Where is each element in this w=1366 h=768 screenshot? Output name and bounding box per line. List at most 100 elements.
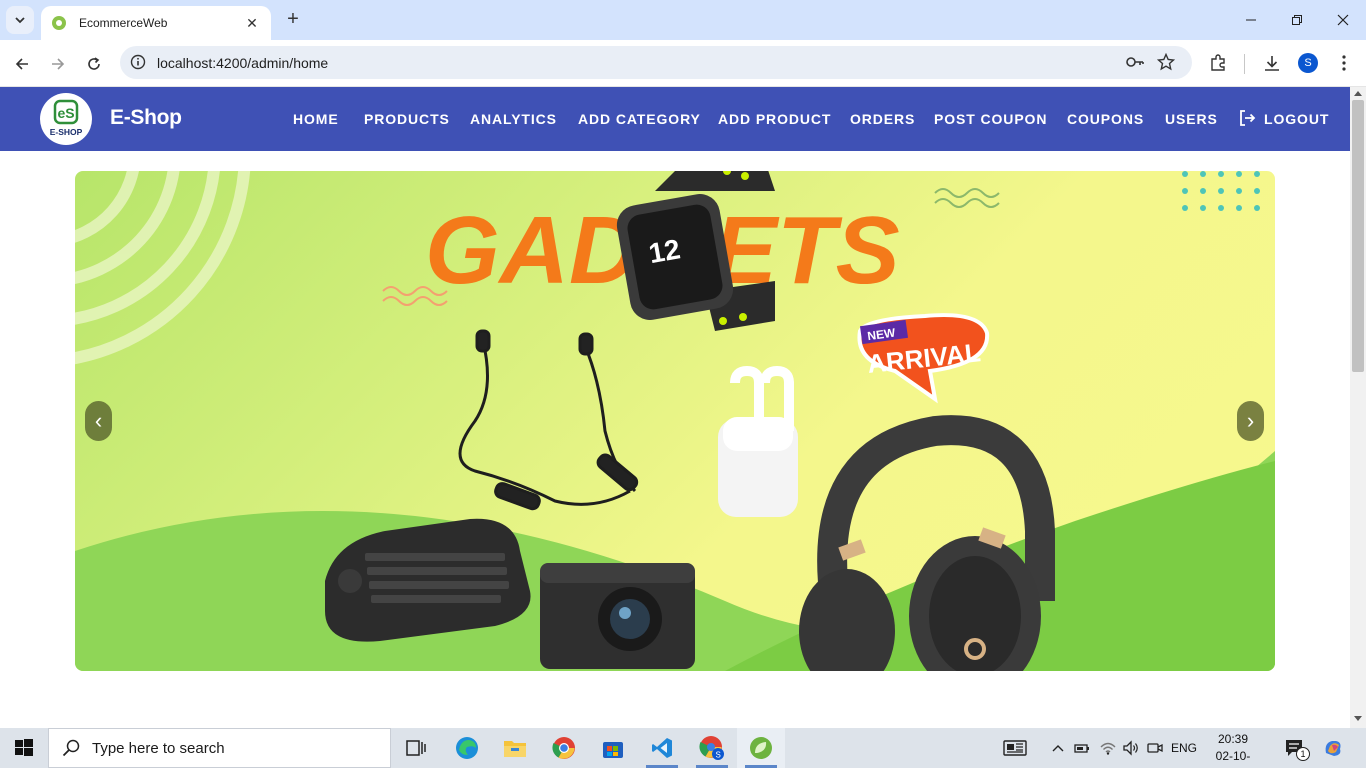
file-explorer-taskbar-button[interactable] [491,728,539,768]
nav-orders[interactable]: ORDERS [850,111,915,127]
extensions-button[interactable] [1206,51,1230,75]
microsoft-store-icon [603,742,623,758]
url-text[interactable]: localhost:4200/admin/home [157,55,328,71]
back-button[interactable] [9,51,35,77]
wifi-icon [1100,742,1116,755]
browser-tab[interactable]: EcommerceWeb ✕ [41,6,271,40]
logout-icon[interactable] [1238,109,1256,127]
svg-text:eS: eS [57,105,74,121]
more-vertical-icon [1342,55,1346,71]
svg-text:12: 12 [646,233,682,269]
spring-tool-taskbar-button[interactable] [737,728,785,768]
nav-home[interactable]: HOME [293,111,339,127]
edge-icon [456,737,478,759]
nav-post-coupon[interactable]: POST COUPON [934,111,1047,127]
nav-products[interactable]: PRODUCTS [364,111,450,127]
gadgets-banner-image: GADGETS 12 NEW ARRIVAL [75,171,1275,671]
task-view-button[interactable] [392,728,440,768]
volume-status[interactable] [1121,728,1141,768]
chrome-profile-icon: S [699,736,724,760]
close-window-button[interactable] [1320,0,1366,40]
address-bar[interactable]: localhost:4200/admin/home [120,46,1192,79]
toolbar-divider [1244,54,1245,74]
browser-tabstrip: EcommerceWeb ✕ + [0,0,1366,40]
close-tab-icon[interactable]: ✕ [243,14,261,32]
restore-icon [1292,15,1302,25]
folder-icon [504,741,526,757]
browser-toolbar: localhost:4200/admin/home [0,40,1366,87]
chevron-right-icon: › [1246,408,1255,433]
nav-analytics[interactable]: ANALYTICS [470,111,557,127]
reload-button[interactable] [81,51,107,77]
app-header: eS E-SHOP E-Shop HOME PRODUCTS ANALYTICS… [0,87,1350,151]
battery-plug-icon [1074,744,1089,753]
eshop-logo[interactable]: eS E-SHOP [40,93,92,145]
news-widget[interactable] [1000,728,1030,768]
carousel-next-button[interactable]: › [1237,401,1264,441]
minimize-icon [1246,19,1256,21]
edge-taskbar-button[interactable] [443,728,491,768]
action-camera-image [540,563,695,669]
nav-add-category[interactable]: ADD CATEGORY [578,111,701,127]
speaker-icon [1123,740,1138,756]
start-button[interactable] [0,728,48,768]
show-hidden-icons-button[interactable] [1050,728,1066,768]
vscode-taskbar-button[interactable] [638,728,686,768]
clock-date: 02-10-2024 [1215,749,1251,768]
download-icon [1265,56,1279,71]
tab-title: EcommerceWeb [79,16,168,30]
search-placeholder[interactable]: Type here to search [92,740,225,757]
site-info-icon[interactable] [130,54,146,70]
battery-status[interactable] [1073,728,1091,768]
scroll-down-icon[interactable] [1354,716,1362,722]
chrome-taskbar-button[interactable] [540,728,588,768]
restore-button[interactable] [1274,0,1320,40]
svg-text:S: S [716,751,721,760]
airpods-image [718,365,798,517]
reload-icon [88,57,100,70]
input-language[interactable]: ENG [1168,728,1200,768]
browser-menu-button[interactable] [1332,51,1356,75]
tab-search-button[interactable] [6,6,34,34]
new-tab-button[interactable]: + [282,9,304,31]
nav-users[interactable]: USERS [1165,111,1218,127]
system-clock[interactable]: 20:39 02-10-2024 [1204,731,1262,768]
task-view-icon [406,740,426,756]
carousel-prev-button[interactable]: ‹ [85,401,112,441]
nav-add-product[interactable]: ADD PRODUCT [718,111,831,127]
headphones-image [799,415,1055,671]
vscode-icon [652,738,672,758]
camera-icon [1147,743,1163,753]
copilot-button[interactable] [1320,728,1346,768]
svg-text:E-SHOP: E-SHOP [50,127,83,137]
puzzle-icon [1211,54,1225,71]
password-key-icon[interactable] [1125,54,1145,70]
arrow-right-icon [52,58,65,70]
nav-coupons[interactable]: COUPONS [1067,111,1144,127]
page-scrollbar[interactable] [1350,87,1366,728]
nav-logout[interactable]: LOGOUT [1264,111,1329,127]
notification-center[interactable]: 1 [1282,728,1310,768]
chrome-profile-taskbar-button[interactable]: S [688,728,736,768]
network-status[interactable] [1098,728,1118,768]
minimize-button[interactable] [1228,0,1274,40]
hero-carousel[interactable]: GADGETS 12 NEW ARRIVAL [75,171,1275,671]
chrome-icon [552,737,575,759]
spring-leaf-icon [750,737,772,759]
brand-name[interactable]: E-Shop [110,106,182,130]
chevron-up-icon [1052,745,1064,752]
taskbar-search-box[interactable]: Type here to search [48,728,391,768]
new-arrival-badge: NEW ARRIVAL [857,313,990,404]
downloads-button[interactable] [1260,51,1284,75]
store-taskbar-button[interactable] [589,728,637,768]
forward-button[interactable] [45,51,71,77]
news-icon [1003,740,1027,756]
profile-avatar[interactable]: S [1298,53,1318,73]
close-icon [1337,14,1349,26]
meet-now-status[interactable] [1146,728,1164,768]
chevron-down-icon [15,17,25,24]
scroll-thumb[interactable] [1352,100,1364,372]
scroll-up-icon[interactable] [1354,90,1362,96]
windows-taskbar: Type here to search S ENG 20:39 02-10- 1 [0,728,1366,768]
bookmark-star-icon[interactable] [1157,53,1175,71]
